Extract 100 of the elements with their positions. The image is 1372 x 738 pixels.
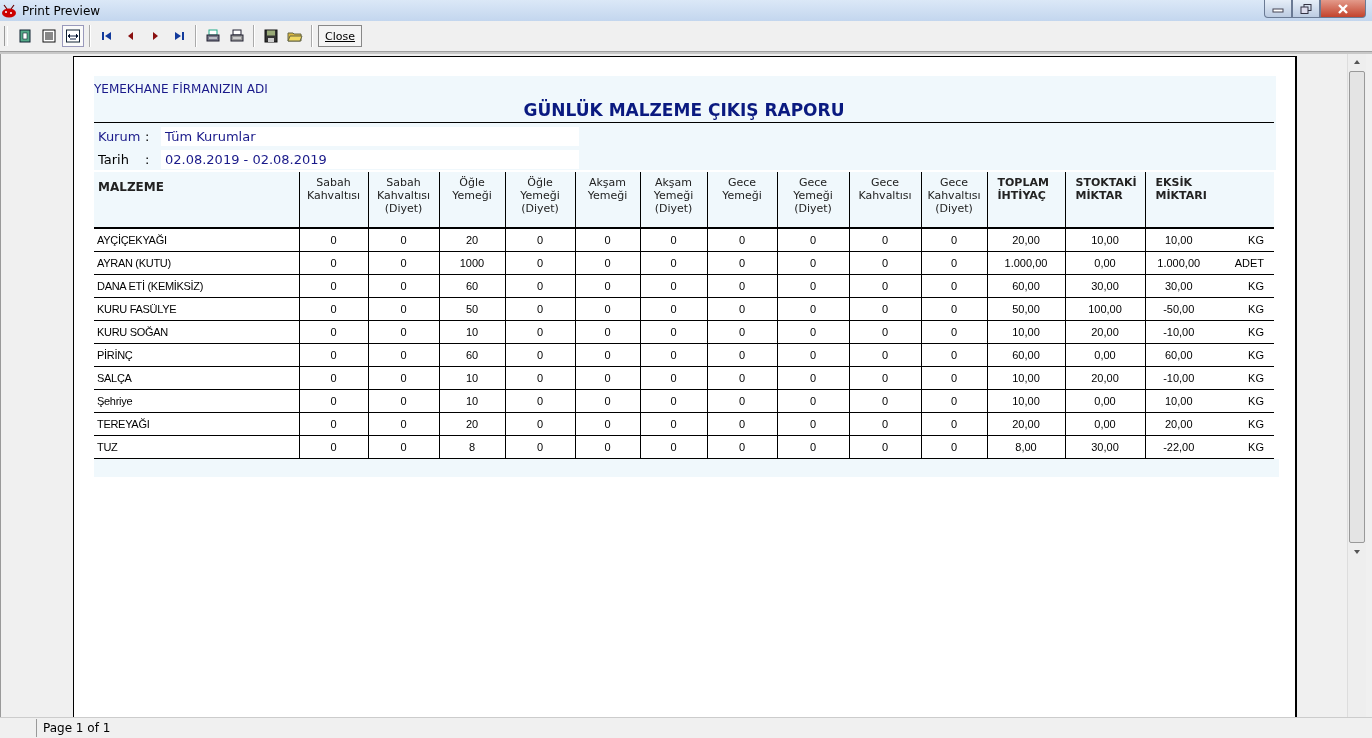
table-cell: KURU SOĞAN bbox=[94, 320, 299, 343]
table-cell: 0 bbox=[505, 251, 575, 274]
table-cell: 0 bbox=[575, 274, 640, 297]
table-cell: 0 bbox=[575, 320, 640, 343]
page-icon bbox=[17, 28, 33, 44]
column-header: STOKTAKİ MİKTAR bbox=[1065, 172, 1145, 228]
table-cell: 60,00 bbox=[1145, 343, 1212, 366]
table-cell: 0 bbox=[777, 435, 849, 458]
table-cell: 0 bbox=[921, 412, 987, 435]
table-cell: 0 bbox=[575, 228, 640, 251]
table-cell: 1.000,00 bbox=[987, 251, 1065, 274]
app-icon bbox=[1, 3, 17, 18]
filter-label: Kurum bbox=[98, 129, 142, 144]
table-cell: -22,00 bbox=[1145, 435, 1212, 458]
column-header: Öğle Yemeği bbox=[439, 172, 505, 228]
table-cell: 0 bbox=[299, 297, 368, 320]
table-cell: 0 bbox=[505, 228, 575, 251]
table-cell: 10,00 bbox=[987, 320, 1065, 343]
table-cell: 20,00 bbox=[987, 412, 1065, 435]
column-header: Gece Kahvaltısı (Diyet) bbox=[921, 172, 987, 228]
restore-button[interactable] bbox=[1292, 0, 1320, 18]
table-cell: 0 bbox=[777, 320, 849, 343]
table-cell: 0 bbox=[777, 412, 849, 435]
table-cell: 0,00 bbox=[1065, 343, 1145, 366]
column-header: EKSİK MİKTARI bbox=[1145, 172, 1212, 228]
table-cell: 0 bbox=[505, 343, 575, 366]
close-button[interactable] bbox=[1320, 0, 1366, 18]
table-cell: 0 bbox=[921, 343, 987, 366]
table-cell: 10 bbox=[439, 389, 505, 412]
table-cell: -50,00 bbox=[1145, 297, 1212, 320]
table-cell: 0 bbox=[707, 343, 777, 366]
vertical-scrollbar[interactable] bbox=[1347, 54, 1366, 717]
close-preview-button[interactable]: Close bbox=[318, 25, 362, 47]
table-cell: AYRAN (KUTU) bbox=[94, 251, 299, 274]
table-cell: -10,00 bbox=[1145, 366, 1212, 389]
table-cell: 0 bbox=[368, 297, 439, 320]
table-cell: 0 bbox=[640, 366, 707, 389]
table-cell: 0 bbox=[640, 343, 707, 366]
table-cell: 0 bbox=[505, 274, 575, 297]
table-cell: 0 bbox=[575, 343, 640, 366]
table-cell: 0,00 bbox=[1065, 251, 1145, 274]
table-cell: 0 bbox=[707, 251, 777, 274]
table-cell: 20 bbox=[439, 412, 505, 435]
table-cell: 30,00 bbox=[1145, 274, 1212, 297]
table-cell: 20,00 bbox=[987, 228, 1065, 251]
table-cell: 0 bbox=[575, 297, 640, 320]
table-cell: 0 bbox=[368, 412, 439, 435]
table-cell: 0 bbox=[299, 228, 368, 251]
fit-width-button[interactable] bbox=[62, 25, 84, 47]
table-cell: 0 bbox=[299, 251, 368, 274]
table-cell: 0 bbox=[368, 435, 439, 458]
table-cell: TEREYAĞI bbox=[94, 412, 299, 435]
print-icon bbox=[229, 28, 245, 44]
table-cell: 50,00 bbox=[987, 297, 1065, 320]
table-cell: 0 bbox=[505, 366, 575, 389]
table-cell: 0 bbox=[777, 251, 849, 274]
filter-value: 02.08.2019 - 02.08.2019 bbox=[161, 150, 579, 169]
table-cell: 0 bbox=[299, 435, 368, 458]
table-cell: 10 bbox=[439, 320, 505, 343]
column-header: Gece Yemeği bbox=[707, 172, 777, 228]
table-cell: 0 bbox=[921, 366, 987, 389]
table-cell: 0 bbox=[299, 412, 368, 435]
table-cell: 0 bbox=[368, 389, 439, 412]
scrollbar-thumb[interactable] bbox=[1349, 71, 1365, 543]
table-cell: 0 bbox=[707, 389, 777, 412]
table-cell: 10 bbox=[439, 366, 505, 389]
table-cell: 0 bbox=[640, 251, 707, 274]
table-cell: 0 bbox=[849, 297, 921, 320]
table-cell: 0 bbox=[707, 320, 777, 343]
column-header: MALZEME bbox=[94, 172, 299, 228]
table-cell: 20 bbox=[439, 228, 505, 251]
column-header: Akşam Yemeği bbox=[575, 172, 640, 228]
table-cell: 0 bbox=[921, 228, 987, 251]
column-header: TOPLAM İHTİYAÇ bbox=[987, 172, 1065, 228]
restore-icon bbox=[1300, 3, 1312, 14]
table-cell: 0 bbox=[921, 389, 987, 412]
table-cell: 30,00 bbox=[1065, 435, 1145, 458]
table-cell: KURU FASÜLYE bbox=[94, 297, 299, 320]
table-cell: 0 bbox=[640, 320, 707, 343]
report-title: GÜNLÜK MALZEME ÇIKIŞ RAPORU bbox=[94, 96, 1274, 123]
table-cell: 0 bbox=[777, 389, 849, 412]
table-cell: 0 bbox=[640, 389, 707, 412]
table-cell: 10,00 bbox=[1145, 389, 1212, 412]
table-cell: 0 bbox=[921, 297, 987, 320]
printer-icon bbox=[205, 28, 221, 44]
table-cell: 0 bbox=[849, 343, 921, 366]
table-cell: 0 bbox=[505, 320, 575, 343]
table-cell: 0,00 bbox=[1065, 412, 1145, 435]
table-cell: 0 bbox=[640, 435, 707, 458]
window-title: Print Preview bbox=[22, 3, 102, 18]
table-cell: 0 bbox=[575, 251, 640, 274]
minimize-button[interactable] bbox=[1264, 0, 1292, 18]
table-cell: 0 bbox=[777, 343, 849, 366]
table-cell: Şehriye bbox=[94, 389, 299, 412]
table-cell: 0 bbox=[707, 274, 777, 297]
table-cell: 0 bbox=[299, 320, 368, 343]
table-cell: KG bbox=[1212, 274, 1274, 297]
table-cell: 0 bbox=[707, 228, 777, 251]
table-cell: KG bbox=[1212, 228, 1274, 251]
filter-label: Tarih bbox=[98, 152, 130, 167]
